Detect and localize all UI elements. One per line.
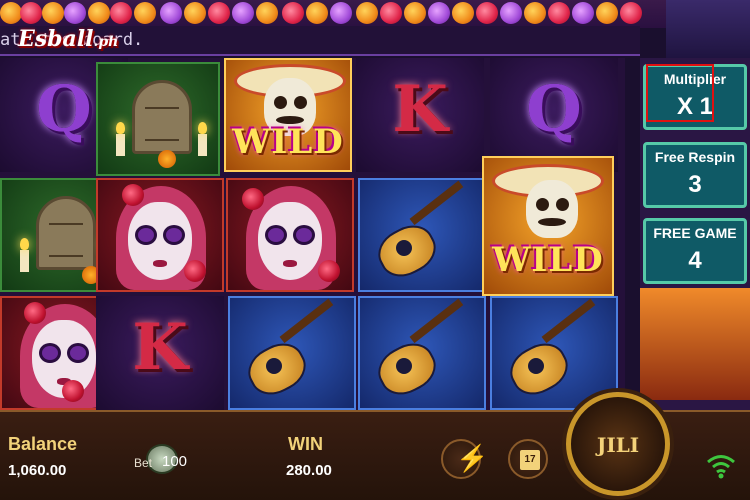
logo-suffix: .ph: [93, 34, 119, 50]
symbol-guitar: [358, 178, 486, 292]
spin-label: JILI: [596, 433, 640, 457]
symbol-k: K: [356, 58, 484, 172]
guitar-neck: [279, 298, 334, 344]
tombstone-icon: [36, 196, 96, 270]
calendar-icon: 17: [520, 450, 540, 470]
history-button[interactable]: 17: [508, 439, 548, 479]
symbol-catrina: [226, 178, 354, 292]
free-game-panel: FREE GAME 4: [643, 218, 747, 284]
marigold-banner: [0, 0, 750, 28]
win-value: 280.00: [286, 462, 332, 479]
symbol-guitar: [228, 296, 356, 410]
guitar-soundhole: [396, 240, 412, 256]
free-respin-label: Free Respin: [654, 149, 736, 165]
skull-icon: [526, 180, 578, 238]
flash-icon: ⚡: [456, 443, 489, 473]
candle-icon: [198, 122, 207, 156]
guitar-neck: [409, 180, 464, 226]
symbol-tombstone: [96, 62, 220, 176]
watermark-logo: Esball.ph: [18, 26, 148, 56]
marigold-icon: [158, 150, 176, 168]
balance-label: Balance: [8, 434, 78, 454]
symbol-wild: WILD: [482, 156, 614, 296]
symbol-guitar: [358, 296, 486, 410]
candle-icon: [116, 122, 125, 156]
balance-value: 1,060.00: [8, 462, 67, 479]
free-respin-value: 3: [688, 171, 702, 198]
win-label: WIN: [288, 434, 323, 454]
guitar-soundhole: [266, 358, 282, 374]
symbol-k: K: [96, 296, 224, 410]
q-letter: Q: [526, 72, 582, 147]
rose-icon: [24, 302, 46, 324]
church-background: [666, 0, 750, 58]
logo-text: Esball: [18, 26, 94, 52]
reel-grid: Q K WILD K Q WILD: [0, 58, 625, 410]
guitar-soundhole: [528, 358, 544, 374]
wild-label: WILD: [492, 240, 604, 280]
guitar-neck: [409, 298, 464, 344]
guitar-soundhole: [396, 358, 412, 374]
candles-background: [640, 288, 750, 400]
symbol-wild: WILD: [224, 58, 352, 172]
k-letter: K: [132, 310, 188, 385]
rose-icon: [62, 380, 84, 402]
multiplier-highlight: [646, 64, 714, 122]
bet-label: Bet: [134, 456, 153, 470]
guitar-neck: [541, 298, 596, 344]
spin-button[interactable]: JILI: [566, 392, 670, 496]
free-game-label: FREE GAME: [653, 225, 737, 241]
symbol-guitar: [490, 296, 618, 410]
rose-icon: [122, 184, 144, 206]
symbol-catrina: [96, 178, 224, 292]
wild-label: WILD: [232, 122, 344, 162]
free-respin-panel: Free Respin 3: [643, 142, 747, 208]
symbol-q: Q: [490, 58, 618, 172]
tombstone-icon: [132, 80, 192, 154]
candle-icon: [20, 238, 29, 272]
free-game-value: 4: [688, 247, 702, 274]
k-letter: K: [392, 72, 448, 147]
rose-icon: [318, 260, 340, 282]
rose-icon: [242, 188, 264, 210]
catrina-face-icon: [128, 202, 192, 280]
wifi-icon: [707, 455, 735, 479]
turbo-button[interactable]: ⚡: [441, 439, 488, 479]
catrina-face-icon: [258, 202, 322, 280]
bet-value: 100: [162, 453, 188, 470]
rose-icon: [184, 260, 206, 282]
